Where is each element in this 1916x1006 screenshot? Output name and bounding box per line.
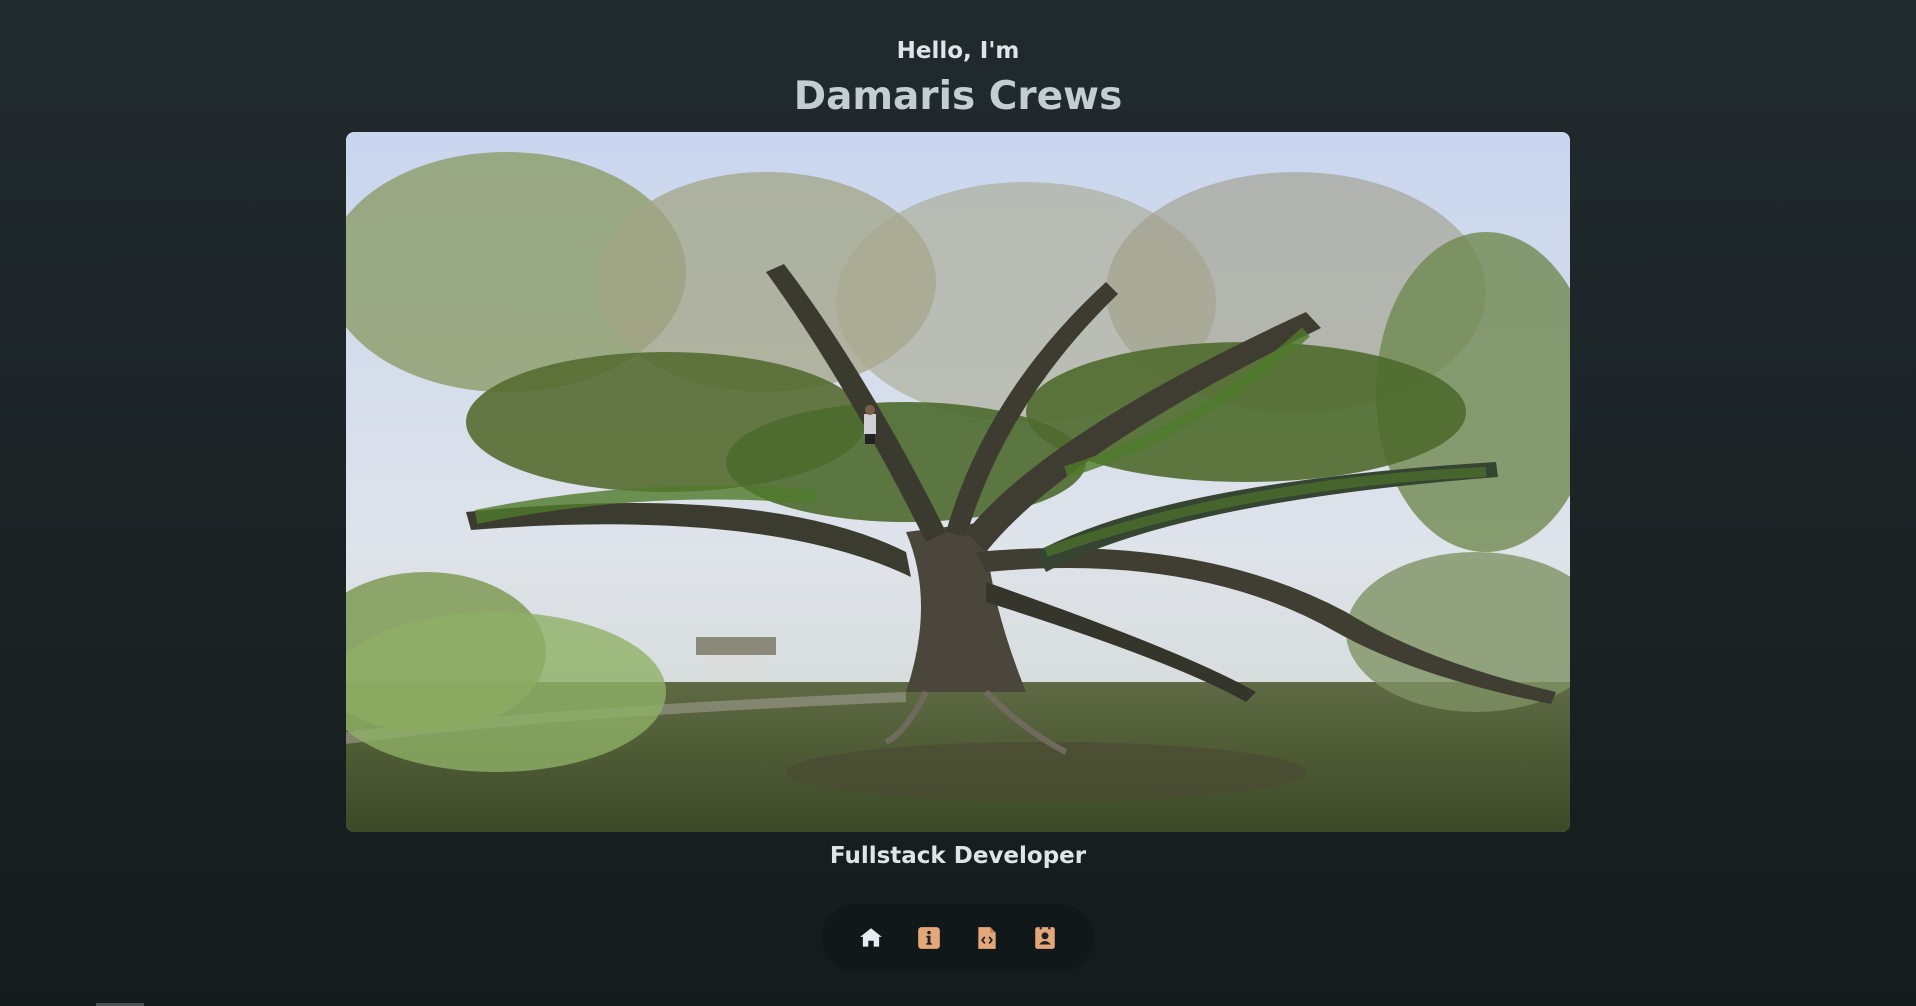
home-icon: [860, 928, 882, 947]
hero-photo: [346, 132, 1570, 832]
nav-home-button[interactable]: [856, 923, 886, 953]
bottom-nav-dock: [822, 904, 1094, 972]
role-subtitle: Fullstack Developer: [829, 843, 1087, 869]
nav-contact-button[interactable]: [1030, 923, 1060, 953]
tree-photo: [346, 132, 1570, 832]
nav-projects-button[interactable]: [972, 923, 1002, 953]
info-icon: [918, 927, 940, 949]
contact-card-icon: [1035, 926, 1055, 949]
page-title: Damaris Crews: [793, 74, 1123, 119]
code-file-icon: [978, 927, 996, 949]
greeting: Hello, I'm: [896, 38, 1020, 64]
nav-about-button[interactable]: [914, 923, 944, 953]
